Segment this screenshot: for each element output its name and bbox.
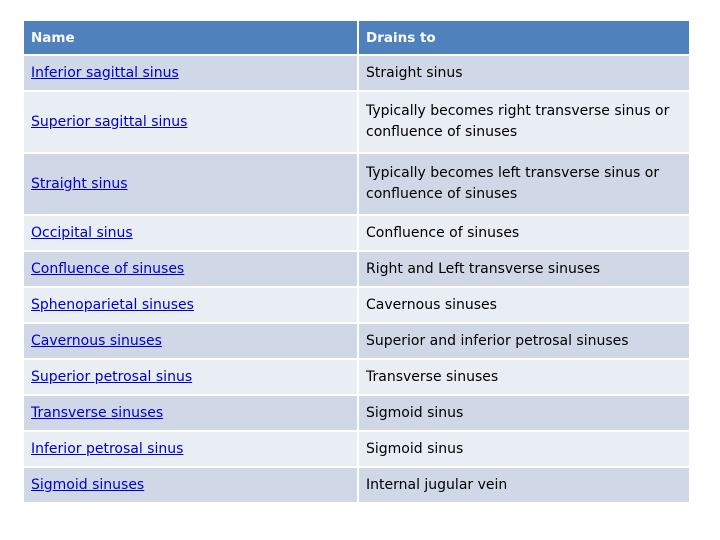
name-cell: Sigmoid sinuses (24, 468, 357, 502)
table-row: Confluence of sinuses Right and Left tra… (24, 252, 689, 286)
name-cell: Occipital sinus (24, 216, 357, 250)
table-row: Inferior petrosal sinus Sigmoid sinus (24, 432, 689, 466)
table-row: Sphenoparietal sinuses Cavernous sinuses (24, 288, 689, 322)
name-cell: Cavernous sinuses (24, 324, 357, 358)
name-cell: Confluence of sinuses (24, 252, 357, 286)
name-cell: Superior petrosal sinus (24, 360, 357, 394)
name-cell: Sphenoparietal sinuses (24, 288, 357, 322)
sinus-link[interactable]: Superior sagittal sinus (31, 114, 187, 130)
drains-to-cell: Typically becomes right transverse sinus… (359, 92, 689, 152)
table-row: Inferior sagittal sinus Straight sinus (24, 56, 689, 90)
sinus-link[interactable]: Confluence of sinuses (31, 261, 184, 277)
drains-to-cell: Confluence of sinuses (359, 216, 689, 250)
sinus-link[interactable]: Inferior sagittal sinus (31, 65, 179, 81)
sinus-link[interactable]: Sigmoid sinuses (31, 477, 144, 493)
table-row: Sigmoid sinuses Internal jugular vein (24, 468, 689, 502)
drains-to-cell: Transverse sinuses (359, 360, 689, 394)
name-cell: Inferior petrosal sinus (24, 432, 357, 466)
table-row: Superior petrosal sinus Transverse sinus… (24, 360, 689, 394)
table-header-row: Name Drains to (24, 21, 689, 54)
table-row: Occipital sinus Confluence of sinuses (24, 216, 689, 250)
drains-to-cell: Straight sinus (359, 56, 689, 90)
sinus-drainage-table: Name Drains to Inferior sagittal sinus S… (22, 19, 691, 504)
name-cell: Inferior sagittal sinus (24, 56, 357, 90)
drains-to-cell: Internal jugular vein (359, 468, 689, 502)
table-row: Transverse sinuses Sigmoid sinus (24, 396, 689, 430)
sinus-link[interactable]: Straight sinus (31, 176, 128, 192)
table-row: Straight sinus Typically becomes left tr… (24, 154, 689, 214)
column-header-drains-to: Drains to (359, 21, 689, 54)
sinus-link[interactable]: Sphenoparietal sinuses (31, 297, 194, 313)
name-cell: Superior sagittal sinus (24, 92, 357, 152)
sinus-link[interactable]: Inferior petrosal sinus (31, 441, 183, 457)
drains-to-cell: Sigmoid sinus (359, 396, 689, 430)
sinus-link[interactable]: Occipital sinus (31, 225, 133, 241)
drains-to-cell: Right and Left transverse sinuses (359, 252, 689, 286)
drains-to-cell: Sigmoid sinus (359, 432, 689, 466)
table-row: Superior sagittal sinus Typically become… (24, 92, 689, 152)
sinus-link[interactable]: Transverse sinuses (31, 405, 163, 421)
table-row: Cavernous sinuses Superior and inferior … (24, 324, 689, 358)
drains-to-cell: Typically becomes left transverse sinus … (359, 154, 689, 214)
name-cell: Straight sinus (24, 154, 357, 214)
sinus-link[interactable]: Superior petrosal sinus (31, 369, 192, 385)
name-cell: Transverse sinuses (24, 396, 357, 430)
sinus-link[interactable]: Cavernous sinuses (31, 333, 162, 349)
drains-to-cell: Cavernous sinuses (359, 288, 689, 322)
drains-to-cell: Superior and inferior petrosal sinuses (359, 324, 689, 358)
column-header-name: Name (24, 21, 357, 54)
